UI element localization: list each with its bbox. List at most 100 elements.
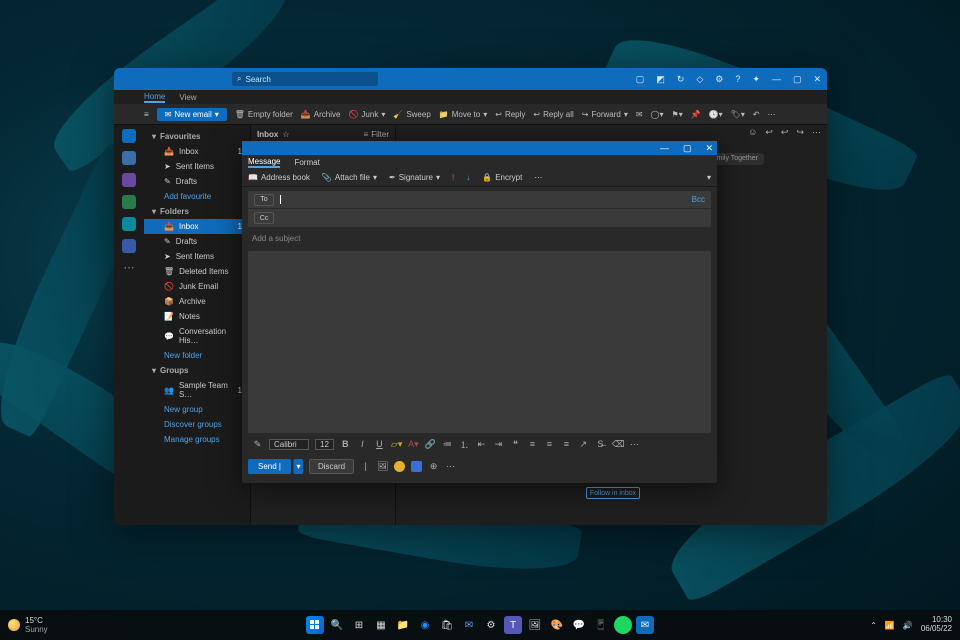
attach-inline-icon[interactable]: | xyxy=(360,461,371,471)
more-icon[interactable]: ⋯ xyxy=(768,110,776,119)
new-group-link[interactable]: New group xyxy=(144,402,250,417)
folder-item[interactable]: 📦Archive xyxy=(144,294,250,309)
high-importance-icon[interactable]: ! xyxy=(452,173,454,182)
folder-item[interactable]: ➤Sent Items xyxy=(144,249,250,264)
compose-tab-message[interactable]: Message xyxy=(248,157,280,168)
meet-now-icon[interactable]: ▢ xyxy=(636,74,645,85)
folder-item[interactable]: 💬Conversation His… xyxy=(144,324,250,348)
quote-icon[interactable]: ❝ xyxy=(510,439,521,450)
add-favourite-link[interactable]: Add favourite xyxy=(144,189,250,204)
app-icon[interactable] xyxy=(411,461,422,472)
link-icon[interactable]: 🔗 xyxy=(425,439,436,450)
underline-icon[interactable]: U xyxy=(374,439,385,449)
empty-folder-button[interactable]: 🗑 Empty folder xyxy=(235,110,293,119)
whatsnew-icon[interactable]: ✦ xyxy=(752,74,760,85)
message-body[interactable] xyxy=(248,251,711,433)
rail-more-icon[interactable]: ⋯ xyxy=(124,261,135,274)
outdent-icon[interactable]: ⇤ xyxy=(476,439,487,450)
settings-icon[interactable]: ⚙ xyxy=(715,74,723,85)
emoji-icon[interactable] xyxy=(394,461,405,472)
start-button[interactable] xyxy=(306,616,324,634)
discard-button[interactable]: Discard xyxy=(309,459,354,474)
window-maximize-icon[interactable]: ▢ xyxy=(793,74,802,85)
to-field[interactable] xyxy=(280,195,686,204)
highlight-icon[interactable]: ▱▾ xyxy=(391,439,402,450)
compose-maximize-icon[interactable]: ▢ xyxy=(683,143,692,154)
follow-in-inbox-button[interactable]: Follow in inbox xyxy=(586,487,640,499)
new-folder-link[interactable]: New folder xyxy=(144,348,250,363)
reply-all-icon[interactable]: ↩ xyxy=(781,127,789,138)
teams-icon[interactable]: T xyxy=(504,616,522,634)
menu-icon[interactable]: ≡ xyxy=(144,110,149,119)
settings-taskbar-icon[interactable]: ⚙ xyxy=(482,616,500,634)
italic-icon[interactable]: I xyxy=(357,439,368,449)
mail-taskbar-icon[interactable]: ✉ xyxy=(636,616,654,634)
subject-field[interactable]: Add a subject xyxy=(248,230,711,248)
rail-mail-icon[interactable] xyxy=(122,129,136,143)
numbering-icon[interactable]: ⒈ xyxy=(459,438,470,451)
task-view-icon[interactable]: ⊞ xyxy=(350,616,368,634)
window-minimize-icon[interactable]: — xyxy=(772,74,781,85)
discover-groups-link[interactable]: Discover groups xyxy=(144,417,250,432)
font-size-select[interactable]: 12 xyxy=(315,439,334,450)
folder-item[interactable]: 👥Sample Team S…1 xyxy=(144,378,250,402)
tab-home[interactable]: Home xyxy=(144,92,165,103)
edge-icon[interactable]: ◉ xyxy=(416,616,434,634)
folder-item[interactable]: ✎Drafts xyxy=(144,174,250,189)
archive-button[interactable]: 📥 Archive xyxy=(301,110,341,119)
explorer-icon[interactable]: 📁 xyxy=(394,616,412,634)
align-center-icon[interactable]: ≡ xyxy=(544,439,555,449)
rail-word-icon[interactable] xyxy=(122,239,136,253)
reply-all-button[interactable]: ↩ Reply all xyxy=(533,110,573,119)
store-icon[interactable]: 🛍 xyxy=(438,616,456,634)
attach-file-button[interactable]: 📎 Attach file ▾ xyxy=(322,173,377,182)
sync-icon[interactable]: ↻ xyxy=(677,74,685,85)
tab-view[interactable]: View xyxy=(179,93,196,102)
align-right-icon[interactable]: ≡ xyxy=(561,439,572,449)
pin-icon[interactable]: 📌 xyxy=(691,110,701,119)
low-importance-icon[interactable]: ↓ xyxy=(466,173,470,182)
bcc-link[interactable]: Bcc xyxy=(692,195,705,204)
align-left-icon[interactable]: ≡ xyxy=(527,439,538,449)
paint-icon[interactable]: 🎨 xyxy=(548,616,566,634)
outlook-taskbar-icon[interactable]: ✉ xyxy=(460,616,478,634)
format-more-icon[interactable]: ⋯ xyxy=(629,439,640,450)
forward-icon[interactable]: ↪ xyxy=(796,127,804,138)
font-color-icon[interactable]: A▾ xyxy=(408,439,419,450)
photos-icon[interactable]: 🖼 xyxy=(526,616,544,634)
weather-widget[interactable]: 15°C Sunny xyxy=(8,616,48,634)
whatsapp-icon[interactable]: 💬 xyxy=(570,616,588,634)
folder-item[interactable]: 📥Inbox1 xyxy=(144,219,250,234)
folder-item[interactable]: ➤Sent Items xyxy=(144,159,250,174)
forward-button[interactable]: ↪ Forward ▾ xyxy=(582,110,628,119)
folder-item[interactable]: 🗑Deleted Items xyxy=(144,264,250,279)
to-button[interactable]: To xyxy=(254,194,274,206)
folder-item[interactable]: 📥Inbox1 xyxy=(144,144,250,159)
manage-groups-link[interactable]: Manage groups xyxy=(144,432,250,447)
encrypt-button[interactable]: 🔒 Encrypt xyxy=(482,173,522,182)
folder-item[interactable]: 🚫Junk Email xyxy=(144,279,250,294)
move-to-button[interactable]: 📁 Move to ▾ xyxy=(439,110,487,119)
favourites-header[interactable]: ▾ Favourites xyxy=(144,129,250,144)
send-split-icon[interactable]: ▾ xyxy=(293,459,303,474)
flag-icon[interactable]: ⚑▾ xyxy=(672,110,683,119)
font-name-select[interactable]: Calibri xyxy=(269,439,309,450)
volume-icon[interactable]: 🔊 xyxy=(903,621,913,630)
send-button[interactable]: Send | xyxy=(248,459,291,474)
spotify-icon[interactable] xyxy=(614,616,632,634)
tag-icon[interactable]: 🏷▾ xyxy=(731,110,745,119)
signature-button[interactable]: ✒ Signature ▾ xyxy=(389,173,440,182)
folder-item[interactable]: 📝Notes xyxy=(144,309,250,324)
phone-icon[interactable]: 📱 xyxy=(592,616,610,634)
more-actions-icon[interactable]: ⋯ xyxy=(812,127,821,138)
rail-todo-icon[interactable] xyxy=(122,217,136,231)
window-close-icon[interactable]: ✕ xyxy=(813,74,821,85)
picture-icon[interactable]: 🖼 xyxy=(377,461,388,472)
junk-button[interactable]: 🚫 Junk ▾ xyxy=(348,110,385,119)
read-unread-icon[interactable]: ◯▾ xyxy=(651,110,664,119)
cc-button[interactable]: Cc xyxy=(254,212,274,224)
search-taskbar-icon[interactable]: 🔍 xyxy=(328,616,346,634)
tray-chevron-icon[interactable]: ⌃ xyxy=(870,621,877,630)
star-icon[interactable]: ☆ xyxy=(282,130,289,139)
rail-people-icon[interactable] xyxy=(122,173,136,187)
